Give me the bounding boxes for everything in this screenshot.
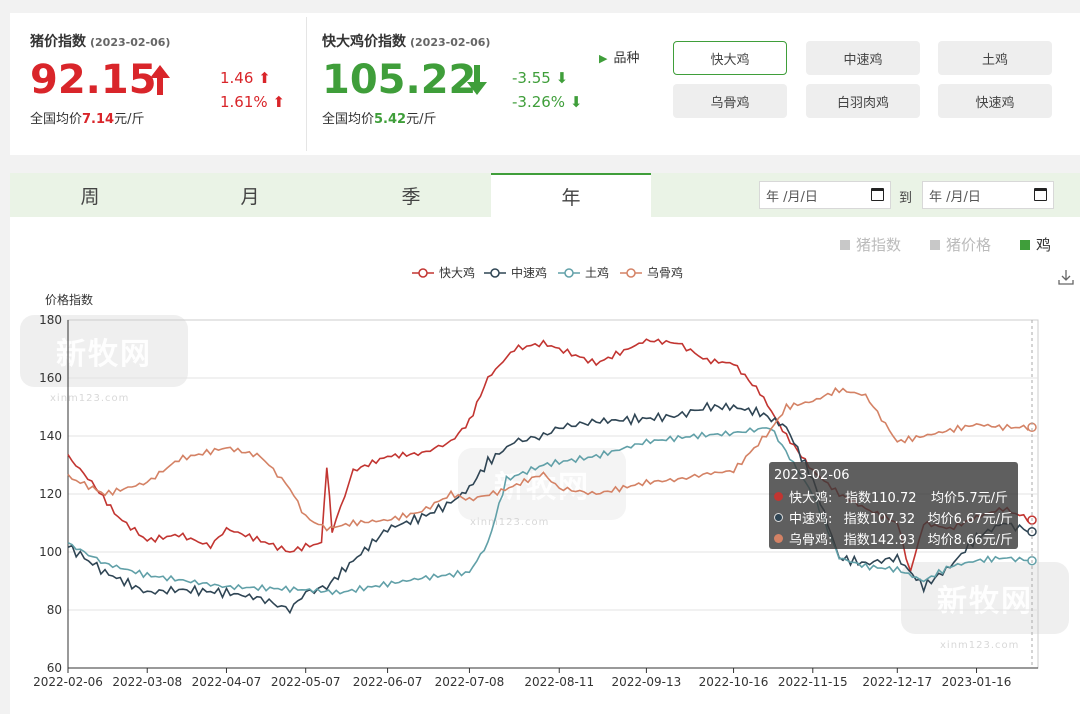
x-tick-label: 2022-08-11 xyxy=(524,675,594,689)
legend-marker xyxy=(418,268,428,278)
y-tick-label: 80 xyxy=(47,603,62,617)
x-tick-label: 2022-09-13 xyxy=(612,675,682,689)
legend-label: 土鸡 xyxy=(585,265,609,280)
x-tick-label: 2022-03-08 xyxy=(112,675,182,689)
y-axis-label: 价格指数 xyxy=(45,292,93,307)
x-tick-label: 2022-12-17 xyxy=(862,675,932,689)
tooltip-price: 均价5.7元/斤 xyxy=(931,491,1009,506)
chart-tooltip: 2023-02-06 快大鸡: 指数110.72 均价5.7元/斤 中速鸡: 指… xyxy=(769,462,1018,549)
tooltip-index: 指数107.32 xyxy=(843,512,916,527)
tooltip-index: 指数142.93 xyxy=(843,533,916,548)
tooltip-series-name: 乌骨鸡: xyxy=(789,533,833,548)
x-tick-label: 2023-01-16 xyxy=(942,675,1012,689)
x-tick-label: 2022-11-15 xyxy=(778,675,848,689)
legend-marker xyxy=(626,268,636,278)
tooltip-series-name: 快大鸡: xyxy=(789,491,833,506)
y-tick-label: 160 xyxy=(39,371,62,385)
x-tick-label: 2022-06-07 xyxy=(353,675,423,689)
x-tick-label: 2022-02-06 xyxy=(33,675,103,689)
legend-marker xyxy=(564,268,574,278)
y-tick-label: 60 xyxy=(47,661,62,675)
tooltip-price: 均价8.66元/斤 xyxy=(927,533,1013,548)
tooltip-row: 乌骨鸡: 指数142.93 均价8.66元/斤 xyxy=(774,528,1013,549)
x-tick-label: 2022-07-08 xyxy=(435,675,505,689)
y-tick-label: 120 xyxy=(39,487,62,501)
y-tick-label: 100 xyxy=(39,545,62,559)
legend-marker xyxy=(490,268,500,278)
line-chart: 60 80 100 120 140 160 180 2022-02-06 2022-03-08 2… xyxy=(33,265,1039,689)
y-tick-label: 180 xyxy=(39,313,62,327)
tooltip-row: 快大鸡: 指数110.72 均价5.7元/斤 xyxy=(774,486,1013,507)
tooltip-date: 2023-02-06 xyxy=(774,468,850,483)
tooltip-dot-icon xyxy=(774,513,783,522)
tooltip-dot-icon xyxy=(774,534,783,543)
tooltip-row: 中速鸡: 指数107.32 均价6.67元/斤 xyxy=(774,507,1013,528)
tooltip-price: 均价6.67元/斤 xyxy=(927,512,1013,527)
x-tick-label: 2022-05-07 xyxy=(271,675,341,689)
x-tick-label: 2022-10-16 xyxy=(699,675,769,689)
tooltip-series-name: 中速鸡: xyxy=(789,512,833,527)
legend-label: 乌骨鸡 xyxy=(647,265,683,280)
tooltip-index: 指数110.72 xyxy=(845,491,917,506)
x-tick-label: 2022-04-07 xyxy=(192,675,262,689)
tooltip-dot-icon xyxy=(774,492,783,501)
y-tick-label: 140 xyxy=(39,429,62,443)
legend-label: 快大鸡 xyxy=(439,265,475,280)
legend-label: 中速鸡 xyxy=(511,265,547,280)
